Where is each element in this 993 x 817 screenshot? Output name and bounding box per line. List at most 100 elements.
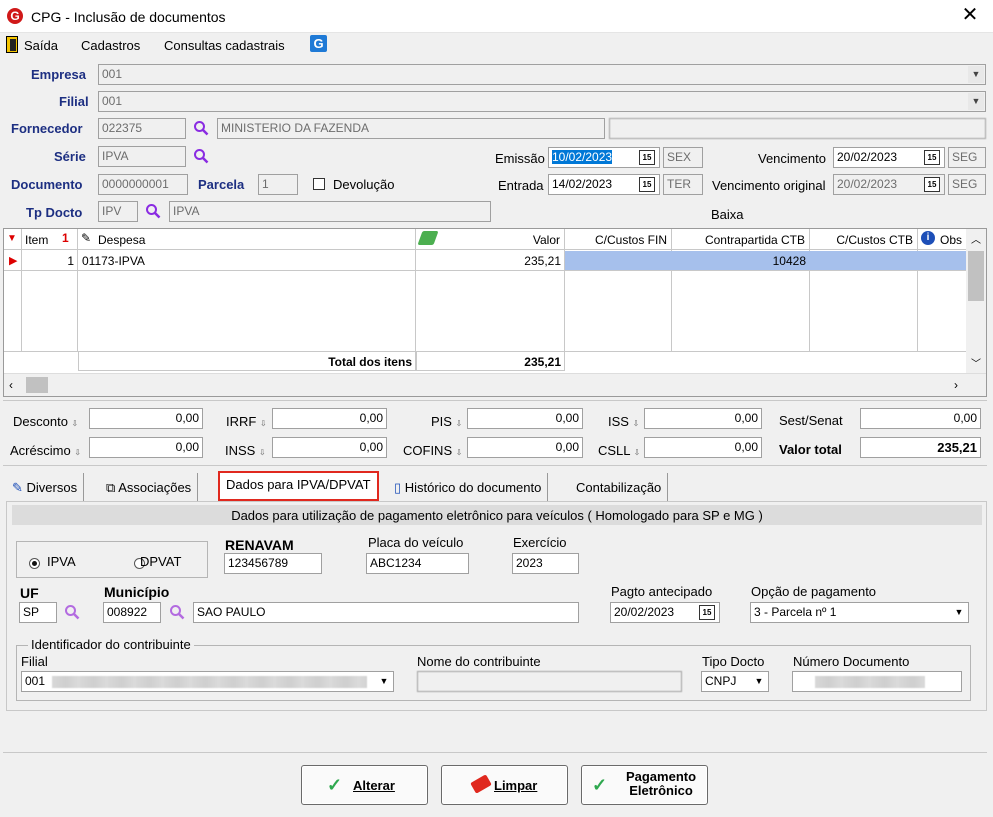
devolucao-checkbox[interactable]: [313, 178, 325, 190]
parcela-label: Parcela: [198, 177, 245, 192]
exercicio-label: Exercício: [513, 535, 567, 550]
renavam-input[interactable]: 123456789: [224, 553, 322, 574]
tab-diversos[interactable]: ✎ Diversos: [6, 473, 85, 501]
tab-historico[interactable]: ▯ Histórico do documento: [388, 473, 549, 501]
csll-label: CSLL ⇩: [598, 443, 641, 458]
documento-input[interactable]: 0000000001: [98, 174, 188, 195]
col-valor[interactable]: Valor: [533, 233, 560, 247]
pis-label: PIS ⇩: [431, 414, 463, 429]
items-grid[interactable]: ▼ Item 1 ✎ Despesa Valor C/Custos FIN Cont…: [3, 228, 987, 397]
pencil-icon: ✎: [12, 480, 23, 495]
ident-filial-select[interactable]: 001 ▼: [21, 671, 394, 692]
chevron-down-icon[interactable]: ▼: [951, 604, 967, 621]
horizontal-scrollbar[interactable]: ‹ ›: [4, 373, 986, 396]
emissao-label: Emissão: [495, 151, 545, 166]
search-icon[interactable]: [193, 148, 209, 164]
fornecedor-code-input[interactable]: 022375: [98, 118, 186, 139]
venc-original-label: Vencimento original: [712, 178, 826, 193]
ipva-section-title: Dados para utilização de pagamento eletr…: [12, 505, 982, 525]
sest-senat-input[interactable]: 0,00: [860, 408, 981, 429]
pagto-antecipado-label: Pagto antecipado: [611, 584, 713, 599]
search-icon[interactable]: [145, 203, 161, 219]
tab-dados-ipva-dpvat[interactable]: Dados para IPVA/DPVAT: [218, 471, 379, 501]
parcela-input[interactable]: 1: [258, 174, 298, 195]
opcao-pagamento-value: 3 - Parcela nº 1: [754, 605, 837, 619]
limpar-button[interactable]: Limpar: [441, 765, 568, 805]
menu-consultas-cadastrais[interactable]: Consultas cadastrais: [164, 38, 285, 53]
link-icon: ⧉: [106, 480, 116, 495]
documento-label: Documento: [11, 177, 83, 192]
empresa-select[interactable]: 001 ▼: [98, 64, 986, 85]
chevron-down-icon[interactable]: ▼: [968, 66, 984, 83]
row-pointer-icon: ▶: [9, 255, 18, 267]
irrf-input[interactable]: 0,00: [272, 408, 387, 429]
pis-input[interactable]: 0,00: [467, 408, 583, 429]
tipo-docto-select[interactable]: CNPJ ▼: [701, 671, 769, 692]
municipio-name-input[interactable]: SAO PAULO: [193, 602, 579, 623]
brand-g-icon[interactable]: G: [310, 35, 327, 52]
check-icon: ✓: [592, 775, 608, 795]
radio-dpvat-label: DPVAT: [140, 554, 182, 569]
col-ccustos-fin[interactable]: C/Custos FIN: [595, 233, 667, 247]
opcao-pagamento-label: Opção de pagamento: [751, 584, 877, 599]
check-icon: ✓: [327, 775, 343, 795]
pagamento-eletronico-button[interactable]: ✓ Pagamento Eletrônico: [581, 765, 708, 805]
search-icon[interactable]: [64, 604, 80, 620]
info-icon: i: [921, 231, 935, 245]
acrescimo-input[interactable]: 0,00: [89, 437, 203, 458]
calendar-icon[interactable]: 15: [924, 150, 940, 165]
calendar-icon[interactable]: 15: [639, 150, 655, 165]
table-row[interactable]: ▶ 1 01173-IPVA 235,21 10428: [4, 251, 966, 271]
chevron-down-icon[interactable]: ▼: [751, 673, 767, 690]
app-logo-icon: G: [7, 8, 23, 24]
calendar-icon[interactable]: 15: [639, 177, 655, 192]
chevron-down-icon[interactable]: ▼: [376, 673, 392, 690]
numero-documento-input[interactable]: [792, 671, 962, 692]
csll-input[interactable]: 0,00: [644, 437, 762, 458]
placa-input[interactable]: ABC1234: [366, 553, 469, 574]
tab-contabilizacao[interactable]: Contabilização: [570, 473, 669, 501]
iss-input[interactable]: 0,00: [644, 408, 762, 429]
col-item[interactable]: Item: [25, 233, 48, 247]
col-despesa[interactable]: Despesa: [98, 233, 145, 247]
menu-saida[interactable]: Saída: [24, 38, 58, 53]
chevron-up-icon[interactable]: ︿: [971, 231, 981, 246]
col-obs[interactable]: Obs: [940, 233, 962, 247]
exercicio-input[interactable]: 2023: [512, 553, 579, 574]
chevron-down-icon[interactable]: ﹀: [971, 355, 981, 370]
tpdocto-code-input[interactable]: IPV: [98, 201, 138, 222]
col-contrapartida-ctb[interactable]: Contrapartida CTB: [705, 233, 805, 247]
chevron-right-icon[interactable]: ›: [954, 378, 958, 392]
scroll-thumb[interactable]: [968, 251, 984, 301]
calendar-icon[interactable]: 15: [699, 605, 715, 620]
nome-contribuinte-input: [417, 671, 682, 692]
opcao-pagamento-select[interactable]: 3 - Parcela nº 1 ▼: [750, 602, 969, 623]
municipio-code-input[interactable]: 008922: [103, 602, 161, 623]
search-icon[interactable]: [169, 604, 185, 620]
total-itens-label: Total dos itens: [328, 355, 412, 369]
chevron-down-icon[interactable]: ▼: [968, 93, 984, 110]
tab-associacoes[interactable]: ⧉ Associações: [100, 473, 199, 501]
col-ccustos-ctb[interactable]: C/Custos CTB: [836, 233, 913, 247]
exit-door-icon[interactable]: [6, 36, 18, 53]
close-button[interactable]: ✕: [957, 4, 983, 28]
inss-input[interactable]: 0,00: [272, 437, 387, 458]
chevron-left-icon[interactable]: ‹: [9, 378, 13, 392]
scroll-thumb[interactable]: [26, 377, 48, 393]
inss-label: INSS ⇩: [225, 443, 266, 458]
desconto-input[interactable]: 0,00: [89, 408, 203, 429]
entrada-label: Entrada: [498, 178, 544, 193]
calendar-icon[interactable]: 15: [924, 177, 940, 192]
serie-input[interactable]: IPVA: [98, 146, 186, 167]
filial-select[interactable]: 001 ▼: [98, 91, 986, 112]
vertical-scrollbar[interactable]: ︿ ﹀: [966, 229, 986, 373]
cell-valor: 235,21: [524, 254, 561, 268]
alterar-button[interactable]: ✓ Alterar: [301, 765, 428, 805]
cell-despesa: 01173-IPVA: [82, 254, 145, 268]
search-icon[interactable]: [193, 120, 209, 136]
alterar-label: Alterar: [353, 778, 395, 793]
cofins-input[interactable]: 0,00: [467, 437, 583, 458]
uf-input[interactable]: SP: [19, 602, 57, 623]
tpdocto-label: Tp Docto: [26, 205, 83, 220]
menu-cadastros[interactable]: Cadastros: [81, 38, 140, 53]
